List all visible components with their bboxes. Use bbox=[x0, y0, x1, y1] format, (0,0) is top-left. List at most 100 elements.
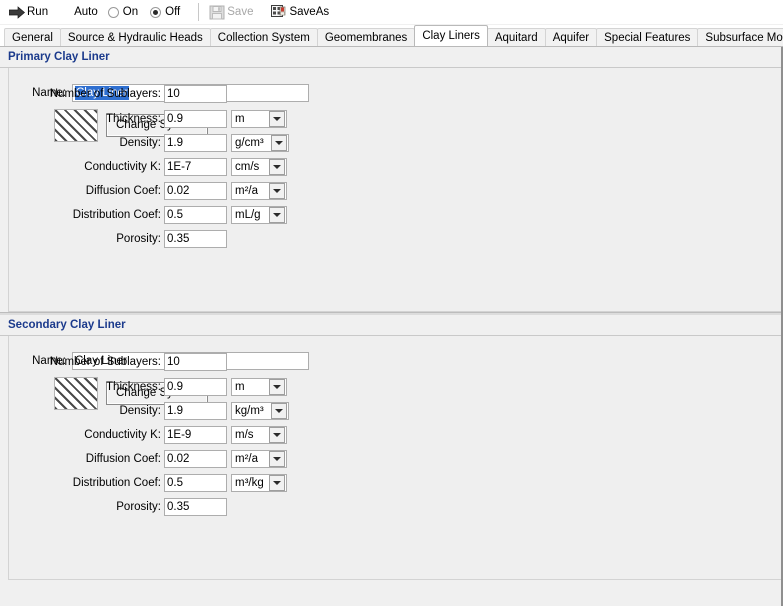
unit-dropdown[interactable]: cm/s bbox=[231, 158, 287, 176]
unit-dropdown[interactable]: m bbox=[231, 110, 287, 128]
auto-off-radio[interactable]: Off bbox=[150, 6, 180, 18]
field-value-input[interactable] bbox=[164, 426, 227, 444]
unit-dropdown-value: kg/m³ bbox=[235, 405, 264, 417]
field-value-input[interactable] bbox=[164, 498, 227, 516]
field-value-input[interactable] bbox=[164, 134, 227, 152]
field-label: Conductivity K: bbox=[84, 429, 161, 441]
tab-geomembranes[interactable]: Geomembranes bbox=[316, 28, 416, 46]
field-value-input[interactable] bbox=[164, 353, 227, 371]
tab-content-clay-liners: Primary Clay Liner Name: Clay Liner Change … bbox=[0, 46, 783, 606]
field-value-input[interactable] bbox=[164, 110, 227, 128]
auto-off-label: Off bbox=[165, 6, 181, 18]
auto-on-label: On bbox=[122, 6, 139, 18]
save-label: Save bbox=[227, 6, 254, 18]
section-secondary-clay-liner: Secondary Clay LinerName:Change SymbolNu… bbox=[0, 312, 783, 580]
chevron-down-glyph bbox=[273, 189, 281, 193]
chevron-down-icon[interactable] bbox=[271, 403, 287, 419]
save-as-button[interactable]: SaveAs bbox=[267, 2, 333, 22]
field-value-input[interactable] bbox=[164, 402, 227, 420]
unit-dropdown-value: m bbox=[235, 381, 245, 393]
chevron-down-icon[interactable] bbox=[269, 427, 285, 443]
auto-on-radio[interactable]: On bbox=[107, 6, 139, 18]
tab-aquifer[interactable]: Aquifer bbox=[544, 28, 598, 46]
unit-dropdown-value: cm/s bbox=[235, 161, 260, 173]
chevron-down-icon[interactable] bbox=[271, 135, 287, 151]
field-value-input[interactable] bbox=[164, 182, 227, 200]
chevron-down-icon[interactable] bbox=[269, 159, 285, 175]
field-value-input[interactable] bbox=[164, 474, 227, 492]
unit-dropdown-value: g/cm³ bbox=[235, 137, 264, 149]
radio-off-indicator-icon bbox=[150, 6, 162, 18]
field-row: Density: g/cm³ bbox=[9, 134, 289, 152]
tab-subsurface-model[interactable]: Subsurface Model bbox=[697, 28, 783, 46]
field-value-input[interactable] bbox=[164, 230, 227, 248]
tab-aquitard[interactable]: Aquitard bbox=[486, 28, 546, 46]
chevron-down-glyph bbox=[273, 433, 281, 437]
chevron-down-icon[interactable] bbox=[269, 183, 285, 199]
field-label: Number of Sublayers: bbox=[49, 356, 161, 368]
right-arrow-icon bbox=[9, 5, 25, 19]
tab-source-hydraulic-heads[interactable]: Source & Hydraulic Heads bbox=[59, 28, 211, 46]
field-label: Diffusion Coef: bbox=[85, 185, 161, 197]
chevron-down-glyph bbox=[273, 481, 281, 485]
field-row: Distribution Coef: m³/kg bbox=[9, 474, 287, 492]
field-label: Distribution Coef: bbox=[72, 209, 161, 221]
field-row: Thickness: m bbox=[9, 378, 287, 396]
primary-form-panel: Name: Clay Liner Change Symbol Number of Su… bbox=[8, 68, 783, 312]
unit-dropdown-value: m/s bbox=[235, 429, 254, 441]
floppy-disk-icon bbox=[209, 5, 225, 20]
chevron-down-glyph bbox=[273, 165, 281, 169]
tab-collection-system[interactable]: Collection System bbox=[209, 28, 318, 46]
tab-bar: General Source & Hydraulic Heads Collectio… bbox=[0, 25, 783, 46]
field-label: Distribution Coef: bbox=[72, 477, 161, 489]
field-row: Number of Sublayers: bbox=[9, 353, 227, 371]
field-row: Distribution Coef: mL/g bbox=[9, 206, 287, 224]
unit-dropdown[interactable]: g/cm³ bbox=[231, 134, 289, 152]
save-as-icon bbox=[271, 4, 287, 20]
field-row: Density: kg/m³ bbox=[9, 402, 289, 420]
field-value-input[interactable] bbox=[164, 450, 227, 468]
field-label: Conductivity K: bbox=[84, 161, 161, 173]
unit-dropdown[interactable]: m³/kg bbox=[231, 474, 287, 492]
field-label: Porosity: bbox=[116, 233, 161, 245]
field-label: Density: bbox=[119, 137, 161, 149]
tab-special-features[interactable]: Special Features bbox=[596, 28, 699, 46]
unit-dropdown[interactable]: kg/m³ bbox=[231, 402, 289, 420]
unit-dropdown[interactable]: m bbox=[231, 378, 287, 396]
chevron-down-glyph bbox=[273, 213, 281, 217]
field-row: Conductivity K: cm/s bbox=[9, 158, 287, 176]
unit-dropdown[interactable]: m²/a bbox=[231, 182, 287, 200]
unit-dropdown[interactable]: m/s bbox=[231, 426, 287, 444]
field-row: Conductivity K: m/s bbox=[9, 426, 287, 444]
field-row: Porosity: bbox=[9, 498, 227, 516]
unit-dropdown-value: m³/kg bbox=[235, 477, 264, 489]
field-label: Density: bbox=[119, 405, 161, 417]
chevron-down-icon[interactable] bbox=[269, 111, 285, 127]
field-value-input[interactable] bbox=[164, 378, 227, 396]
unit-dropdown-value: m²/a bbox=[235, 453, 258, 465]
field-row: Porosity: bbox=[9, 230, 227, 248]
section-primary-clay-liner: Primary Clay Liner Name: Clay Liner Change … bbox=[0, 47, 783, 312]
run-button[interactable]: Run bbox=[5, 2, 52, 22]
chevron-down-icon[interactable] bbox=[269, 451, 285, 467]
chevron-down-icon[interactable] bbox=[269, 379, 285, 395]
field-value-input[interactable] bbox=[164, 206, 227, 224]
run-label: Run bbox=[27, 6, 49, 18]
unit-dropdown[interactable]: m²/a bbox=[231, 450, 287, 468]
chevron-down-icon[interactable] bbox=[269, 475, 285, 491]
field-label: Diffusion Coef: bbox=[85, 453, 161, 465]
secondary-form-panel: Name:Change SymbolNumber of Sublayers:Th… bbox=[8, 336, 783, 580]
chevron-down-glyph bbox=[275, 409, 283, 413]
tab-general[interactable]: General bbox=[4, 28, 61, 46]
chevron-down-glyph bbox=[273, 385, 281, 389]
unit-dropdown-value: m²/a bbox=[235, 185, 258, 197]
tab-clay-liners[interactable]: Clay Liners bbox=[414, 25, 488, 46]
application-window: Run Auto On Off Save SaveAs General Sour… bbox=[0, 0, 783, 606]
chevron-down-icon[interactable] bbox=[269, 207, 285, 223]
unit-dropdown-value: m bbox=[235, 113, 245, 125]
chevron-down-glyph bbox=[275, 141, 283, 145]
unit-dropdown[interactable]: mL/g bbox=[231, 206, 287, 224]
field-value-input[interactable] bbox=[164, 158, 227, 176]
toolbar: Run Auto On Off Save SaveAs bbox=[0, 0, 783, 24]
field-value-input[interactable] bbox=[164, 85, 227, 103]
